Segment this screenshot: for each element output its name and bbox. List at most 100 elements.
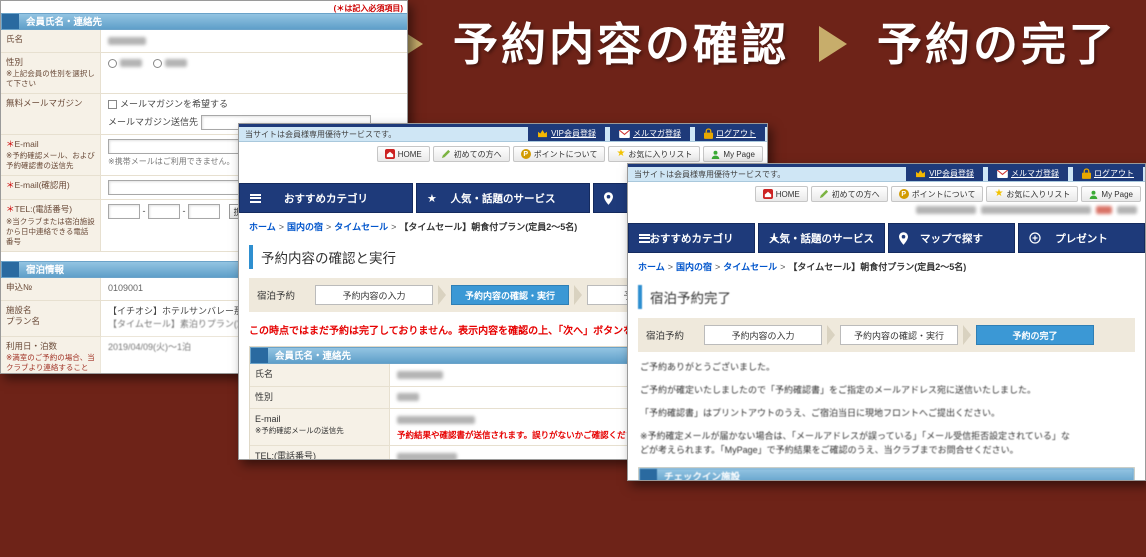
- vip-register-tab[interactable]: VIP会員登録: [528, 126, 605, 141]
- step-input: 予約内容の入力: [315, 285, 433, 305]
- person-icon: [711, 150, 720, 159]
- logout-label: ログアウト: [1094, 168, 1134, 179]
- redacted-email: [397, 416, 475, 424]
- redacted-user-info: [1117, 206, 1137, 214]
- logout-tab[interactable]: ログアウト: [1073, 166, 1143, 181]
- menu-icon: [639, 234, 650, 243]
- vip-register-label: VIP会員登録: [551, 128, 596, 139]
- section-header-checkin-facility: チェックイン施設: [639, 468, 1134, 481]
- beginners-button[interactable]: 初めての方へ: [811, 186, 888, 202]
- logout-tab[interactable]: ログアウト: [695, 126, 765, 141]
- mypage-label: My Page: [723, 150, 755, 159]
- nav-recommend-categories[interactable]: おすすめカテゴリ: [628, 223, 755, 253]
- email-note: ※予約確認メールの送信先: [255, 426, 384, 436]
- redacted-name: [108, 37, 146, 45]
- points-button[interactable]: Pポイントについて: [513, 146, 606, 162]
- table-row: 性別 ※上記会員の性別を選択して下さい: [1, 53, 408, 95]
- gift-icon: [1029, 232, 1041, 244]
- nav-map-search[interactable]: マップで探す: [888, 223, 1015, 253]
- required-mark: ＊: [6, 204, 15, 214]
- magazine-register-label: メルマガ登録: [1011, 168, 1059, 179]
- required-mark: ＊: [6, 139, 15, 149]
- date-label: 利用日・泊数: [6, 341, 57, 351]
- favorites-label: お気に入りリスト: [628, 149, 692, 160]
- redacted-name: [397, 371, 443, 379]
- breadcrumb: ホーム>国内の宿>タイムセール>【タイムセール】朝食付プラン(定員2～5名): [628, 253, 1145, 277]
- nav-recommend-categories[interactable]: おすすめカテゴリ: [239, 183, 413, 213]
- magazine-checkbox[interactable]: [108, 100, 117, 109]
- magazine-check-label: メールマガジンを希望する: [120, 99, 228, 109]
- table-row: 氏名: [1, 30, 408, 53]
- magazine-label: 無料メールマガジン: [1, 94, 101, 134]
- star-icon: ★: [769, 232, 779, 245]
- breadcrumb-timesale[interactable]: タイムセール: [723, 262, 777, 272]
- beginners-label: 初めての方へ: [832, 189, 880, 200]
- pencil-icon: [819, 189, 829, 199]
- name-label: 氏名: [250, 364, 390, 386]
- email-note: ※予約確認メール、および予約確認書の送信先: [6, 151, 95, 171]
- redacted-user-info: [916, 206, 976, 214]
- step-input: 予約内容の入力: [704, 325, 822, 345]
- lock-icon: [704, 128, 713, 139]
- gender-note: ※上記会員の性別を選択して下さい: [6, 69, 95, 89]
- redacted-tel: [397, 453, 457, 460]
- redacted-user-info: [981, 206, 1091, 214]
- date-note: ※満室のご予約の場合、当クラブより連絡することがございます。: [6, 353, 95, 374]
- steps-label: 宿泊予約: [257, 288, 315, 302]
- name-label: 氏名: [1, 30, 101, 52]
- breadcrumb-home[interactable]: ホーム: [249, 222, 276, 232]
- favorites-button[interactable]: ★お気に入りリスト: [608, 146, 700, 162]
- mail-trouble-message: ※予約確定メールが届かない場合は、「メールアドレスが誤っている」「メール受信拒否…: [640, 430, 1070, 458]
- tel-label: TEL:(電話番号): [15, 204, 73, 214]
- home-button[interactable]: HOME: [755, 186, 808, 202]
- tel-input-2[interactable]: [148, 204, 180, 219]
- mypage-label: My Page: [1101, 190, 1133, 199]
- home-label: HOME: [398, 150, 422, 159]
- nav-popular-services[interactable]: ★人気・話題のサービス: [758, 223, 885, 253]
- points-label: ポイントについて: [912, 189, 976, 200]
- magazine-register-tab[interactable]: メルマガ登録: [610, 126, 690, 141]
- star-icon: ★: [994, 189, 1003, 199]
- steps-label: 宿泊予約: [646, 328, 704, 342]
- menu-icon: [250, 194, 261, 203]
- magazine-register-tab[interactable]: メルマガ登録: [988, 166, 1068, 181]
- required-mark: ＊: [6, 180, 15, 190]
- breadcrumb-domestic[interactable]: 国内の宿: [287, 222, 323, 232]
- breadcrumb-home[interactable]: ホーム: [638, 262, 665, 272]
- page-title: 宿泊予約完了: [638, 285, 1135, 309]
- nav-popular-services[interactable]: ★人気・話題のサービス: [416, 183, 590, 213]
- mypage-button[interactable]: My Page: [703, 146, 763, 162]
- facility-label: 施設名: [6, 305, 95, 316]
- breadcrumb-domestic[interactable]: 国内の宿: [676, 262, 712, 272]
- thanks-message: ご予約ありがとうございました。: [640, 361, 1133, 375]
- plan-label: プラン名: [6, 316, 95, 327]
- gender-radio-female[interactable]: [153, 59, 162, 68]
- chevron-right-icon: [438, 285, 446, 305]
- tel-input-1[interactable]: [108, 204, 140, 219]
- tel-input-3[interactable]: [188, 204, 220, 219]
- mypage-button[interactable]: My Page: [1081, 186, 1141, 202]
- email-label: E-mail: [255, 414, 281, 424]
- banner-step-complete: 予約の完了: [877, 8, 1117, 73]
- breadcrumb-timesale[interactable]: タイムセール: [334, 222, 388, 232]
- vip-register-tab[interactable]: VIP会員登録: [906, 166, 983, 181]
- redacted-gender: [397, 393, 419, 401]
- points-label: ポイントについて: [534, 149, 598, 160]
- lock-icon: [1082, 168, 1091, 179]
- gender-radio-male[interactable]: [108, 59, 117, 68]
- person-icon: [1089, 190, 1098, 199]
- home-label: HOME: [776, 190, 800, 199]
- crown-icon: [915, 170, 926, 178]
- step-confirm-active: 予約内容の確認・実行: [451, 285, 569, 305]
- favorites-button[interactable]: ★お気に入りリスト: [986, 186, 1078, 202]
- app-no-label: 申込№: [1, 278, 101, 300]
- chevron-right-icon: [827, 325, 835, 345]
- crown-icon: [537, 130, 548, 138]
- chevron-right-icon: [963, 325, 971, 345]
- nav-popular-label: 人気・話題のサービス: [451, 191, 556, 206]
- email-label: E-mail: [15, 139, 39, 149]
- points-button[interactable]: Pポイントについて: [891, 186, 984, 202]
- beginners-button[interactable]: 初めての方へ: [433, 146, 510, 162]
- nav-present[interactable]: プレゼント: [1018, 223, 1145, 253]
- home-button[interactable]: HOME: [377, 146, 430, 162]
